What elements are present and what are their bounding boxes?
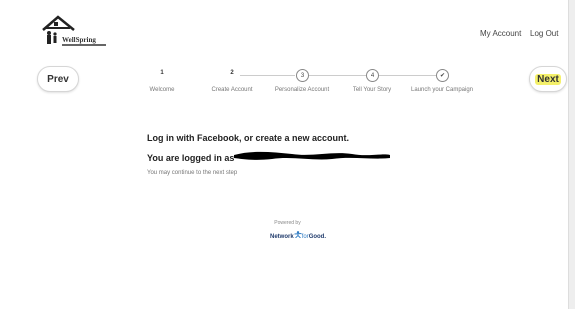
next-button[interactable]: Next — [529, 66, 567, 92]
prev-button[interactable]: Prev — [37, 66, 79, 92]
scrollbar-track[interactable] — [568, 0, 575, 309]
logo-tagline-bar — [62, 44, 106, 46]
step-2-number: 2 — [230, 70, 234, 76]
nfg-figure-icon — [294, 231, 302, 239]
step-connector — [378, 75, 436, 76]
nfg-network-text: Network — [270, 234, 294, 240]
next-label: Next — [535, 73, 561, 85]
network-for-good-logo[interactable]: Network forGood. — [270, 231, 326, 240]
step-1-number: 1 — [160, 70, 164, 76]
nfg-good-text: Good. — [308, 234, 327, 240]
step-4-label: Tell Your Story — [352, 87, 392, 93]
step-3-circle[interactable]: 3 — [296, 69, 309, 82]
step-1-label: Welcome — [149, 87, 175, 93]
nfg-for-text: for — [301, 234, 309, 240]
logo-text: WellSpring — [62, 36, 96, 44]
logged-in-text: You are logged in as — [147, 153, 235, 163]
continue-text: You may continue to the next step — [147, 170, 238, 176]
step-5-check-icon[interactable]: ✔ — [436, 69, 449, 82]
powered-by-text: Powered by — [274, 220, 301, 226]
prev-label: Prev — [47, 73, 69, 85]
page-headline: Log in with Facebook, or create a new ac… — [147, 133, 350, 143]
redaction-scribble — [234, 151, 390, 160]
wellspring-logo[interactable]: WellSpring — [40, 14, 110, 48]
step-connector — [240, 75, 295, 76]
step-3-label: Personalize Account — [274, 87, 330, 93]
step-5-label: Launch your Campaign — [410, 87, 474, 93]
step-connector — [309, 75, 366, 76]
step-4-circle[interactable]: 4 — [366, 69, 379, 82]
step-2-label: Create Account — [211, 87, 253, 93]
log-out-link[interactable]: Log Out — [530, 29, 558, 38]
my-account-link[interactable]: My Account — [480, 29, 521, 38]
